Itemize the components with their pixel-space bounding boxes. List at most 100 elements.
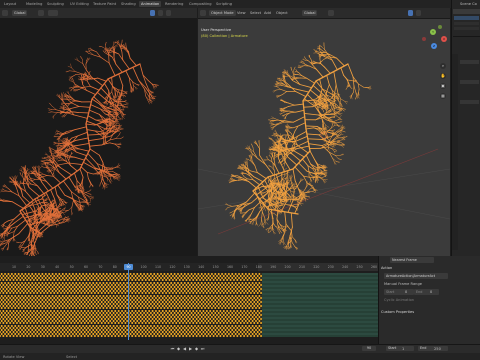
editor-type-icon[interactable]	[2, 10, 8, 16]
shading-material-button[interactable]	[158, 10, 163, 16]
right-viewport[interactable]: User Perspective (80) Collection | Armat…	[197, 19, 451, 256]
outliner-row[interactable]	[454, 22, 479, 25]
properties-field[interactable]	[460, 100, 479, 104]
section-action[interactable]: Action	[381, 265, 392, 271]
current-frame-field[interactable]: 90	[362, 346, 376, 351]
start-frame-field[interactable]: 0	[403, 289, 414, 295]
outliner-search-input[interactable]	[453, 9, 480, 14]
action-strip	[262, 273, 378, 337]
frame-tick: 160	[226, 265, 234, 269]
properties-field[interactable]	[460, 60, 479, 64]
snap-icon[interactable]	[48, 10, 58, 16]
end-frame-pb-label: End	[418, 346, 448, 351]
shading-render-button[interactable]	[166, 10, 171, 16]
action-name-field[interactable]: ArmatureAction|ArmatureAct	[384, 273, 448, 279]
menu-view[interactable]: View	[237, 10, 246, 16]
frame-tick: 200	[284, 265, 291, 269]
end-frame-field[interactable]: 0	[428, 289, 439, 295]
jump-start-icon[interactable]: ⏮	[170, 346, 175, 351]
outliner-row[interactable]	[454, 27, 479, 30]
start-frame-pb-label: Start	[386, 346, 414, 351]
frame-tick: 20	[26, 265, 31, 269]
shading-material-button[interactable]	[416, 10, 421, 16]
frame-tick: 60	[83, 265, 89, 269]
editor-type-icon[interactable]	[200, 10, 206, 16]
frame-tick: 120	[169, 265, 176, 269]
keyframes-area[interactable]	[0, 273, 262, 337]
frame-tick: 30	[40, 265, 45, 269]
menu-select[interactable]: Select	[250, 10, 261, 16]
menu-add[interactable]: Add	[264, 10, 271, 16]
pivot-icon[interactable]	[38, 10, 44, 16]
frame-tick: 220	[313, 265, 320, 269]
frame-tick: 100	[140, 265, 147, 269]
frame-tick: 50	[69, 265, 74, 269]
shading-solid-button[interactable]	[150, 10, 155, 16]
frame-tick: 250	[356, 265, 363, 269]
playhead-line[interactable]	[128, 263, 129, 340]
outliner-panel[interactable]: Scene Co	[451, 0, 480, 256]
tab-sculpting[interactable]: Sculpting	[45, 1, 66, 7]
frame-tick: 210	[298, 265, 306, 269]
tab-scripting[interactable]: Scripting	[214, 1, 234, 7]
end-frame-pb-field[interactable]: 250	[434, 346, 441, 352]
zoom-icon[interactable]: ⌕	[440, 63, 446, 69]
snap-dropdown[interactable]: Nearest Frame	[390, 257, 434, 263]
outliner-title: Scene Co	[460, 2, 477, 6]
tab-modeling[interactable]: Modeling	[24, 1, 44, 7]
status-bar: Rotate View Select	[0, 353, 480, 360]
manual-frame-range-checkbox[interactable]: Manual Frame Range	[384, 281, 422, 287]
tab-texture-paint[interactable]: Texture Paint	[91, 1, 118, 7]
pan-icon[interactable]: ✋	[440, 73, 446, 79]
mode-dropdown[interactable]: Object Mode	[209, 10, 236, 16]
frame-tick: 180	[255, 265, 262, 269]
playhead-frame[interactable]: 90	[124, 264, 133, 270]
frame-tick: 70	[98, 265, 103, 269]
play-reverse-icon[interactable]: ◀	[182, 346, 187, 351]
orientation-dropdown[interactable]: Global	[302, 10, 318, 16]
frame-tick: 130	[183, 265, 190, 269]
frame-tick: 260	[370, 265, 378, 269]
menu-object[interactable]: Object	[276, 10, 288, 16]
camera-icon[interactable]: ▣	[440, 83, 446, 89]
gizmo-y-icon[interactable]: Y	[430, 29, 436, 35]
next-key-icon[interactable]: ◆	[194, 346, 199, 351]
outliner-divider	[453, 36, 480, 37]
frame-tick: 170	[241, 265, 248, 269]
properties-field[interactable]	[460, 80, 479, 84]
outliner-row-collection[interactable]	[454, 16, 479, 20]
start-frame-pb-field[interactable]: 1	[402, 346, 404, 352]
frame-tick: 80	[112, 265, 117, 269]
frame-tick: 190	[270, 265, 277, 269]
orientation-dropdown[interactable]: Global	[12, 10, 28, 16]
tab-layout[interactable]: Layout	[2, 1, 18, 7]
left-viewport[interactable]	[0, 19, 197, 268]
gizmo-z-icon[interactable]: Z	[431, 43, 437, 49]
workspace-bar: Layout Modeling Sculpting UV Editing Tex…	[0, 0, 480, 8]
jump-end-icon[interactable]: ⏭	[200, 346, 205, 351]
perspective-icon[interactable]: ▦	[440, 93, 446, 99]
right-viewport-header: Object Mode View Select Add Object Globa…	[198, 8, 450, 25]
status-mid: Select	[66, 354, 78, 359]
gizmo-neg-y-icon[interactable]	[438, 25, 442, 29]
pivot-icon[interactable]	[328, 10, 334, 16]
tab-rendering[interactable]: Rendering	[163, 1, 185, 7]
frame-tick: 10	[11, 265, 17, 269]
section-custom-properties[interactable]: Custom Properties	[381, 309, 414, 315]
keyframe-row[interactable]	[0, 335, 262, 337]
prev-key-icon[interactable]: ◆	[176, 346, 181, 351]
shading-solid-button[interactable]	[408, 10, 413, 16]
3d-cursor-icon[interactable]	[198, 19, 450, 256]
play-icon[interactable]: ▶	[188, 346, 193, 351]
tab-uv-editing[interactable]: UV Editing	[68, 1, 91, 7]
frame-tick: 150	[212, 265, 219, 269]
properties-tabs[interactable]	[452, 54, 458, 250]
left-viewport-header: Global Options	[0, 8, 197, 25]
tab-shading[interactable]: Shading	[119, 1, 138, 7]
gizmo-neg-x-icon[interactable]	[422, 37, 426, 41]
gizmo-x-icon[interactable]: X	[441, 36, 447, 42]
tab-animation[interactable]: Animation	[139, 1, 162, 7]
tab-compositing[interactable]: Compositing	[187, 1, 214, 7]
frame-tick: 110	[154, 265, 162, 269]
cyclic-animation-checkbox[interactable]: Cyclic Animation	[384, 297, 414, 303]
